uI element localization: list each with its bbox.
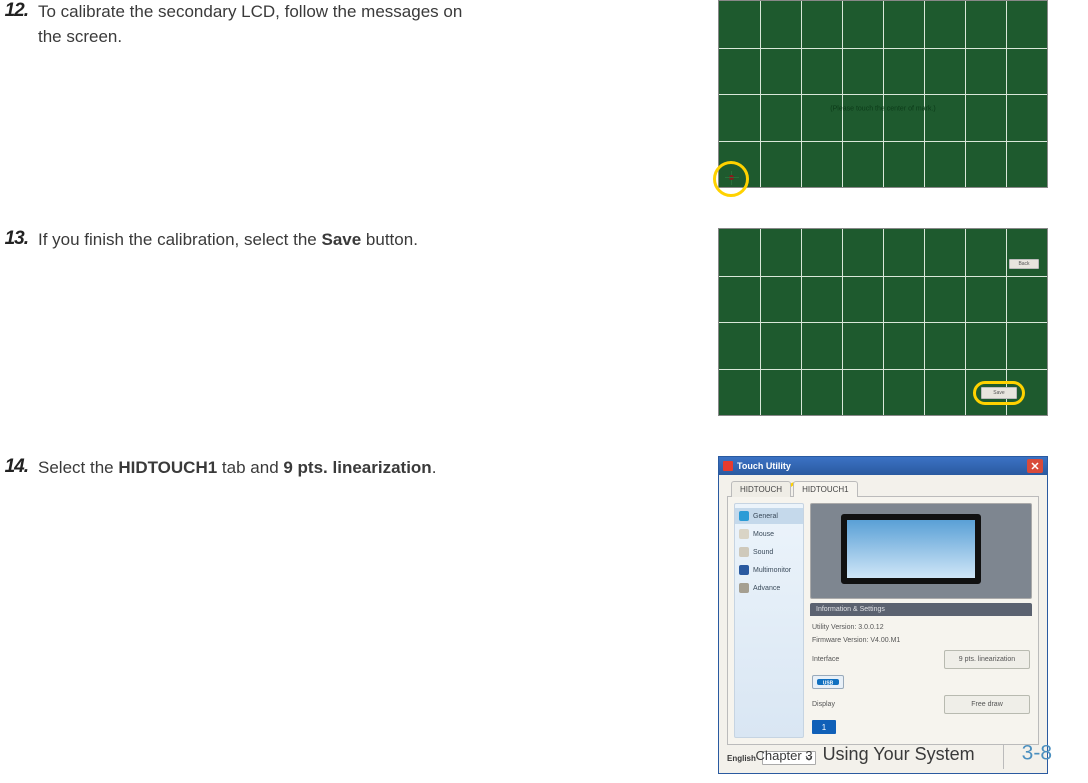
monitor-icon bbox=[841, 514, 981, 584]
calibration-screen: Back Save bbox=[718, 228, 1048, 416]
app-icon bbox=[723, 461, 733, 471]
display-label: Display bbox=[812, 701, 938, 708]
sidebar-item-advance[interactable]: Advance bbox=[735, 580, 803, 596]
step-text: If you finish the calibration, select th… bbox=[32, 228, 418, 253]
step-13: 13. If you finish the calibration, selec… bbox=[0, 228, 1048, 416]
utility-version: Utility Version: 3.0.0.12 bbox=[812, 624, 1030, 631]
monitor-preview bbox=[810, 503, 1032, 599]
back-button[interactable]: Back bbox=[1009, 259, 1039, 269]
step-12: 12. To calibrate the secondary LCD, foll… bbox=[0, 0, 1048, 188]
step-text: Select the HIDTOUCH1 tab and 9 pts. line… bbox=[32, 456, 436, 481]
step-text: To calibrate the secondary LCD, follow t… bbox=[32, 0, 482, 49]
calibration-message: (Please touch the center of mark.) bbox=[830, 105, 935, 112]
tab-panel: General Mouse Sound bbox=[727, 496, 1039, 745]
multimonitor-icon bbox=[739, 565, 749, 575]
tab-bar: HIDTOUCH HIDTOUCH1 bbox=[731, 481, 1039, 497]
sound-icon bbox=[739, 547, 749, 557]
linearization-button[interactable]: 9 pts. linearization bbox=[944, 650, 1030, 669]
window-titlebar: Touch Utility bbox=[719, 457, 1047, 475]
chapter-label: Chapter 3 bbox=[755, 748, 812, 763]
firmware-version: Firmware Version: V4.00.M1 bbox=[812, 637, 1030, 644]
sidebar-item-multimonitor[interactable]: Multimonitor bbox=[735, 562, 803, 578]
sidebar-item-mouse[interactable]: Mouse bbox=[735, 526, 803, 542]
mouse-icon bbox=[739, 529, 749, 539]
usb-icon: USB bbox=[812, 675, 844, 689]
step-14: 14. Select the HIDTOUCH1 tab and 9 pts. … bbox=[0, 456, 1048, 774]
sidebar-item-sound[interactable]: Sound bbox=[735, 544, 803, 560]
info-header: Information & Settings bbox=[810, 603, 1032, 616]
tab-hidtouch[interactable]: HIDTOUCH bbox=[731, 481, 791, 497]
calibration-screen: (Please touch the center of mark.) bbox=[718, 0, 1048, 188]
general-icon bbox=[739, 511, 749, 521]
close-button[interactable] bbox=[1027, 459, 1043, 473]
calibration-screenshot-1: (Please touch the center of mark.) bbox=[718, 0, 1048, 188]
settings-sidebar: General Mouse Sound bbox=[734, 503, 804, 738]
close-icon bbox=[1031, 462, 1039, 470]
step-number: 13. bbox=[0, 228, 32, 250]
highlight-oval-icon bbox=[973, 381, 1025, 405]
display-number-badge: 1 bbox=[812, 720, 836, 734]
touch-utility-window: Touch Utility HIDTOUCH HIDTOUCH1 bbox=[718, 456, 1048, 774]
language-label: English bbox=[727, 754, 756, 763]
chapter-title: Using Your System bbox=[823, 744, 975, 765]
step-number: 12. bbox=[0, 0, 32, 22]
interface-label: Interface bbox=[812, 656, 938, 663]
calibration-screenshot-2: Back Save bbox=[718, 228, 1048, 416]
free-draw-button[interactable]: Free draw bbox=[944, 695, 1030, 714]
highlight-circle-icon bbox=[713, 161, 749, 197]
svg-text:USB: USB bbox=[823, 681, 834, 687]
tab-hidtouch1[interactable]: HIDTOUCH1 bbox=[793, 481, 858, 497]
step-number: 14. bbox=[0, 456, 32, 478]
gear-icon bbox=[739, 583, 749, 593]
touch-utility-screenshot: Touch Utility HIDTOUCH HIDTOUCH1 bbox=[718, 456, 1048, 774]
sidebar-item-general[interactable]: General bbox=[735, 508, 803, 524]
window-title: Touch Utility bbox=[737, 461, 791, 471]
